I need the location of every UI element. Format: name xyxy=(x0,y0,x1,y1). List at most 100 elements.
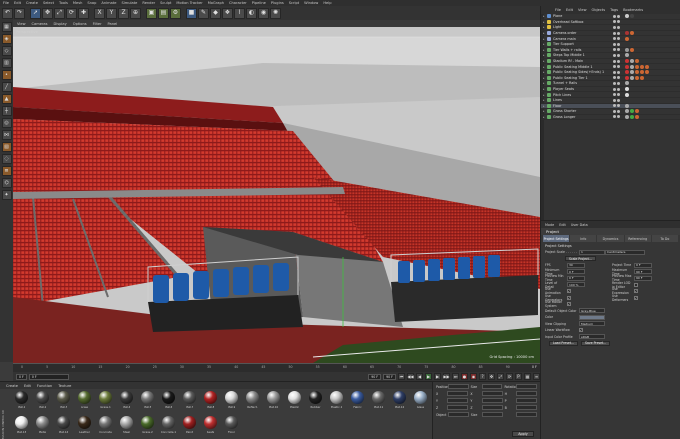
editor-visibility-icon[interactable] xyxy=(613,81,616,85)
tab-info[interactable]: Info xyxy=(570,235,597,242)
attribute-value-field[interactable]: 100 % xyxy=(567,282,585,288)
tag-icon[interactable] xyxy=(625,59,629,64)
viewport-menu-filter[interactable]: Filter xyxy=(93,22,102,26)
material-swatch[interactable]: Grass xyxy=(75,391,94,414)
expand-icon[interactable]: ▸ xyxy=(543,20,546,24)
load-preset-button[interactable]: Load Preset... xyxy=(549,340,579,346)
array-button[interactable]: ❖ xyxy=(222,7,233,19)
render-view-button[interactable]: ▣ xyxy=(146,7,157,19)
material-menu-function[interactable]: Function xyxy=(37,384,52,388)
render-visibility-icon[interactable] xyxy=(617,70,620,74)
attribute-value-field[interactable]: 90 F xyxy=(634,275,652,281)
coord-field[interactable] xyxy=(516,391,537,396)
stadium-scene[interactable] xyxy=(13,27,540,363)
material-swatch[interactable]: Concrete.1 xyxy=(159,416,178,439)
attribute-value-field[interactable]: sRGB xyxy=(579,334,605,340)
tag-icon[interactable] xyxy=(625,64,629,69)
render-visibility-icon[interactable] xyxy=(617,109,620,113)
timeline-menu-icon[interactable]: ≡ xyxy=(533,373,540,380)
model-mode-icon[interactable]: ◈ xyxy=(1,34,12,44)
tag-icon[interactable] xyxy=(640,75,644,80)
attribute-menu-user-data[interactable]: User Data xyxy=(571,223,588,227)
render-visibility-icon[interactable] xyxy=(617,65,620,69)
menu-motion-tracker[interactable]: Motion Tracker xyxy=(176,1,202,5)
tag-icon[interactable] xyxy=(625,87,629,92)
viewport-menu-view[interactable]: View xyxy=(17,22,26,26)
visibility-flags[interactable] xyxy=(613,104,623,108)
camera-button[interactable]: ◉ xyxy=(258,7,269,19)
visibility-flags[interactable] xyxy=(613,93,623,97)
menu-edit[interactable]: Edit xyxy=(14,1,21,5)
attribute-value-field[interactable]: Medium xyxy=(579,321,605,327)
render-visibility-icon[interactable] xyxy=(617,93,620,97)
deformer-button[interactable]: ⌇ xyxy=(234,7,245,19)
render-picture-viewer-button[interactable]: ▤ xyxy=(158,7,169,19)
coord-field[interactable] xyxy=(516,412,537,417)
attribute-menu-edit[interactable]: Edit xyxy=(559,223,566,227)
viewport-menu-cameras[interactable]: Cameras xyxy=(32,22,48,26)
material-swatch[interactable]: Mat.10 xyxy=(264,391,283,414)
tag-icon[interactable] xyxy=(625,53,629,58)
checkbox[interactable]: ✓ xyxy=(567,289,571,294)
redo-button[interactable]: ↷ xyxy=(14,7,25,19)
make-editable-icon[interactable]: ▦ xyxy=(1,22,12,32)
editor-visibility-icon[interactable] xyxy=(613,14,616,18)
tab-referencing[interactable]: Referencing xyxy=(624,235,651,242)
undo-button[interactable]: ↶ xyxy=(2,7,13,19)
play-icon[interactable]: ▶ xyxy=(425,373,432,380)
rotation-key-icon[interactable]: ⟳ xyxy=(506,373,513,380)
autokey-icon[interactable]: ◉ xyxy=(470,373,477,380)
render-visibility-icon[interactable] xyxy=(617,20,620,24)
axis-mode-icon[interactable]: ┼ xyxy=(1,106,12,116)
material-swatch[interactable]: Leather xyxy=(75,416,94,439)
x-axis-button[interactable]: X xyxy=(94,7,105,19)
expand-icon[interactable]: ▸ xyxy=(543,109,546,113)
tag-icon[interactable] xyxy=(635,59,639,64)
render-visibility-icon[interactable] xyxy=(617,98,620,102)
position-key-icon[interactable]: ✥ xyxy=(488,373,495,380)
editor-visibility-icon[interactable] xyxy=(613,53,616,57)
expand-icon[interactable]: ▸ xyxy=(543,87,546,91)
material-swatch[interactable]: Concrete xyxy=(96,416,115,439)
object-menu-tags[interactable]: Tags xyxy=(610,8,618,12)
object-menu-edit[interactable]: Edit xyxy=(566,8,573,12)
material-swatch[interactable]: Mat.6 xyxy=(159,391,178,414)
color-swatch[interactable] xyxy=(579,314,605,320)
expand-icon[interactable]: ▸ xyxy=(543,14,546,18)
checkbox[interactable]: ✓ xyxy=(634,289,638,294)
render-visibility-icon[interactable] xyxy=(617,76,620,80)
snap-icon[interactable]: ⋈ xyxy=(1,130,12,140)
menu-help[interactable]: Help xyxy=(323,1,331,5)
tag-icon[interactable] xyxy=(625,109,629,114)
visibility-flags[interactable] xyxy=(613,25,623,29)
coord-field[interactable] xyxy=(447,391,469,396)
tag-icon[interactable] xyxy=(635,114,639,119)
material-swatch[interactable]: Grass.2 xyxy=(138,416,157,439)
menu-file[interactable]: File xyxy=(3,1,9,5)
current-frame-field[interactable]: 0 F xyxy=(28,373,69,380)
tag-icon[interactable] xyxy=(630,64,634,69)
expand-icon[interactable]: ▸ xyxy=(543,59,546,63)
menu-sculpt[interactable]: Sculpt xyxy=(160,1,171,5)
polygons-mode-icon[interactable]: ▲ xyxy=(1,94,12,104)
move-button[interactable]: ✥ xyxy=(42,7,53,19)
visibility-flags[interactable] xyxy=(613,31,623,35)
expand-icon[interactable]: ▸ xyxy=(543,65,546,69)
expand-icon[interactable]: ▸ xyxy=(543,81,546,85)
material-swatch[interactable]: Grass.1 xyxy=(96,391,115,414)
visibility-flags[interactable] xyxy=(613,59,623,63)
expand-icon[interactable]: ▸ xyxy=(543,115,546,119)
scale-button[interactable]: ⤢ xyxy=(54,7,65,19)
tag-icon[interactable] xyxy=(630,31,634,36)
visibility-flags[interactable] xyxy=(613,42,623,46)
editor-visibility-icon[interactable] xyxy=(613,37,616,41)
editor-visibility-icon[interactable] xyxy=(613,109,616,113)
render-visibility-icon[interactable] xyxy=(617,115,620,119)
coord-field[interactable] xyxy=(481,391,503,396)
tag-icon[interactable] xyxy=(630,14,634,19)
visibility-flags[interactable] xyxy=(613,76,623,80)
viewport-menu-options[interactable]: Options xyxy=(73,22,87,26)
xpresso-icon[interactable]: ⌬ xyxy=(1,178,12,188)
menu-character[interactable]: Character xyxy=(229,1,247,5)
menu-mesh[interactable]: Mesh xyxy=(73,1,82,5)
